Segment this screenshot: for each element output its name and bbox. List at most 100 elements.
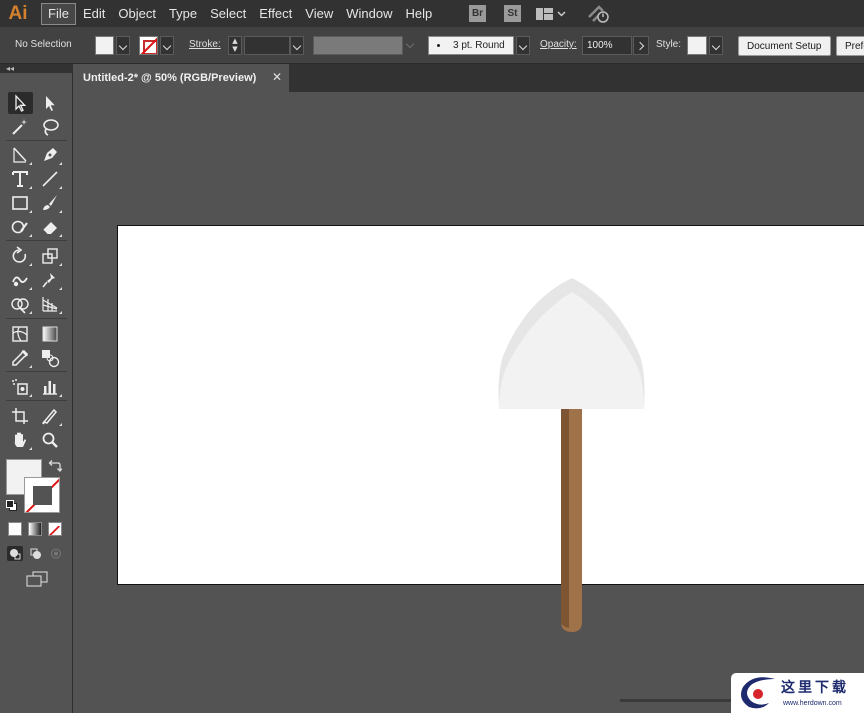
tool-divider	[6, 140, 67, 141]
pen-tool[interactable]	[38, 144, 63, 166]
shovel-illustration[interactable]	[498, 278, 646, 634]
style-dropdown[interactable]	[709, 36, 723, 55]
eyedropper-icon	[12, 349, 29, 366]
opacity-label[interactable]: Opacity:	[540, 39, 577, 50]
variable-width-profile[interactable]	[313, 36, 403, 55]
column-graph-tool[interactable]	[38, 376, 63, 398]
shovel-handle[interactable]	[561, 409, 582, 632]
none-mode-button[interactable]	[48, 522, 62, 536]
menu-effect[interactable]: Effect	[253, 3, 298, 25]
menu-select[interactable]: Select	[204, 3, 252, 25]
shape-builder-tool[interactable]	[8, 293, 33, 315]
color-mode-button[interactable]	[8, 522, 22, 536]
collapse-icon[interactable]: ◂◂	[6, 64, 14, 73]
zoom-tool[interactable]	[38, 429, 63, 451]
artboard[interactable]	[117, 225, 864, 585]
shaper-tool[interactable]	[8, 216, 33, 238]
brush-dropdown[interactable]	[516, 36, 530, 55]
pen-tool-group[interactable]	[8, 144, 33, 166]
hand-tool[interactable]	[8, 429, 33, 451]
scale-tool[interactable]	[38, 245, 63, 267]
direct-selection-tool[interactable]	[38, 92, 63, 114]
document-setup-button[interactable]: Document Setup	[738, 36, 831, 56]
eraser-tool[interactable]	[38, 216, 63, 238]
brush-definition[interactable]: 3 pt. Round	[428, 36, 514, 55]
blend-tool[interactable]	[38, 347, 63, 369]
preferences-button[interactable]: Preferences	[836, 36, 864, 56]
stroke-weight-input[interactable]	[244, 36, 290, 55]
watermark-logo: 这里下载 www.herdown.com	[731, 673, 864, 713]
type-tool[interactable]	[8, 168, 33, 190]
shaper-icon	[11, 220, 28, 234]
stroke-label[interactable]: Stroke:	[189, 39, 221, 50]
opacity-input[interactable]: 100%	[582, 36, 632, 55]
selection-status: No Selection	[15, 39, 72, 50]
magic-wand-icon	[12, 119, 27, 135]
menu-window[interactable]: Window	[340, 3, 398, 25]
draw-inside-button[interactable]	[48, 546, 64, 561]
artboard-tool[interactable]	[8, 405, 33, 427]
stroke-dropdown[interactable]	[160, 36, 174, 55]
gradient-tool[interactable]	[38, 323, 63, 345]
puppet-warp-tool[interactable]	[38, 269, 63, 291]
horizontal-scrollbar[interactable]	[620, 699, 735, 702]
lasso-icon	[43, 119, 59, 136]
menu-file[interactable]: File	[41, 2, 76, 25]
default-colors-icon[interactable]	[6, 500, 17, 511]
gradient-mode-button[interactable]	[28, 522, 42, 536]
selection-tool[interactable]	[8, 92, 33, 114]
lasso-tool[interactable]	[38, 116, 63, 138]
scale-icon	[42, 248, 58, 264]
paintbrush-tool[interactable]	[38, 192, 63, 214]
magnifier-icon	[42, 432, 58, 448]
document-tab[interactable]: Untitled-2* @ 50% (RGB/Preview) ✕	[74, 64, 289, 92]
stroke-color-box[interactable]	[24, 477, 60, 513]
close-icon[interactable]: ✕	[272, 70, 282, 84]
rotate-tool[interactable]	[8, 245, 33, 267]
menu-help[interactable]: Help	[399, 3, 438, 25]
symbol-sprayer-tool[interactable]	[8, 376, 33, 398]
bar-graph-icon	[43, 381, 57, 395]
direct-selection-arrow-icon	[46, 96, 55, 111]
graphic-style-swatch[interactable]	[687, 36, 707, 55]
gradient-icon	[42, 326, 58, 342]
paintbrush-icon	[43, 195, 57, 210]
stock-button[interactable]: St	[504, 5, 521, 22]
swap-fill-stroke-icon[interactable]	[48, 459, 62, 473]
draw-normal-button[interactable]	[7, 546, 23, 561]
app-logo: Ai	[8, 2, 28, 24]
opacity-slider-button[interactable]	[633, 36, 649, 55]
mesh-tool[interactable]	[8, 323, 33, 345]
draw-normal-icon	[10, 549, 21, 560]
menu-type[interactable]: Type	[163, 3, 203, 25]
anchor-point-icon	[13, 147, 27, 163]
menu-view[interactable]: View	[299, 3, 339, 25]
change-screen-mode-icon[interactable]	[26, 571, 48, 587]
slice-knife-icon	[42, 408, 58, 425]
magic-wand-tool[interactable]	[8, 116, 33, 138]
tool-divider	[6, 400, 67, 401]
draw-inside-icon	[51, 548, 61, 559]
menu-object[interactable]: Object	[112, 3, 162, 25]
shovel-blade[interactable]	[498, 278, 645, 409]
stroke-weight-stepper[interactable]: ▲ ▼	[228, 36, 242, 55]
warp-tool[interactable]	[8, 269, 33, 291]
stroke-weight-dropdown[interactable]	[290, 36, 304, 55]
rectangle-tool[interactable]	[8, 192, 33, 214]
eyedropper-tool[interactable]	[8, 347, 33, 369]
slice-tool[interactable]	[38, 405, 63, 427]
selection-arrow-icon	[15, 94, 27, 112]
fill-swatch[interactable]	[95, 36, 114, 55]
rotate-icon	[12, 246, 27, 263]
variable-width-dropdown[interactable]	[403, 36, 419, 55]
fill-dropdown[interactable]	[116, 36, 130, 55]
perspective-grid-tool[interactable]	[38, 293, 63, 315]
arrange-documents-button[interactable]	[536, 5, 572, 22]
draw-behind-button[interactable]	[28, 546, 44, 561]
gpu-performance-icon[interactable]	[587, 3, 611, 24]
stroke-swatch[interactable]	[139, 36, 158, 55]
bridge-button[interactable]: Br	[469, 5, 486, 22]
mesh-icon	[12, 326, 28, 342]
line-segment-tool[interactable]	[38, 168, 63, 190]
menu-edit[interactable]: Edit	[77, 3, 111, 25]
